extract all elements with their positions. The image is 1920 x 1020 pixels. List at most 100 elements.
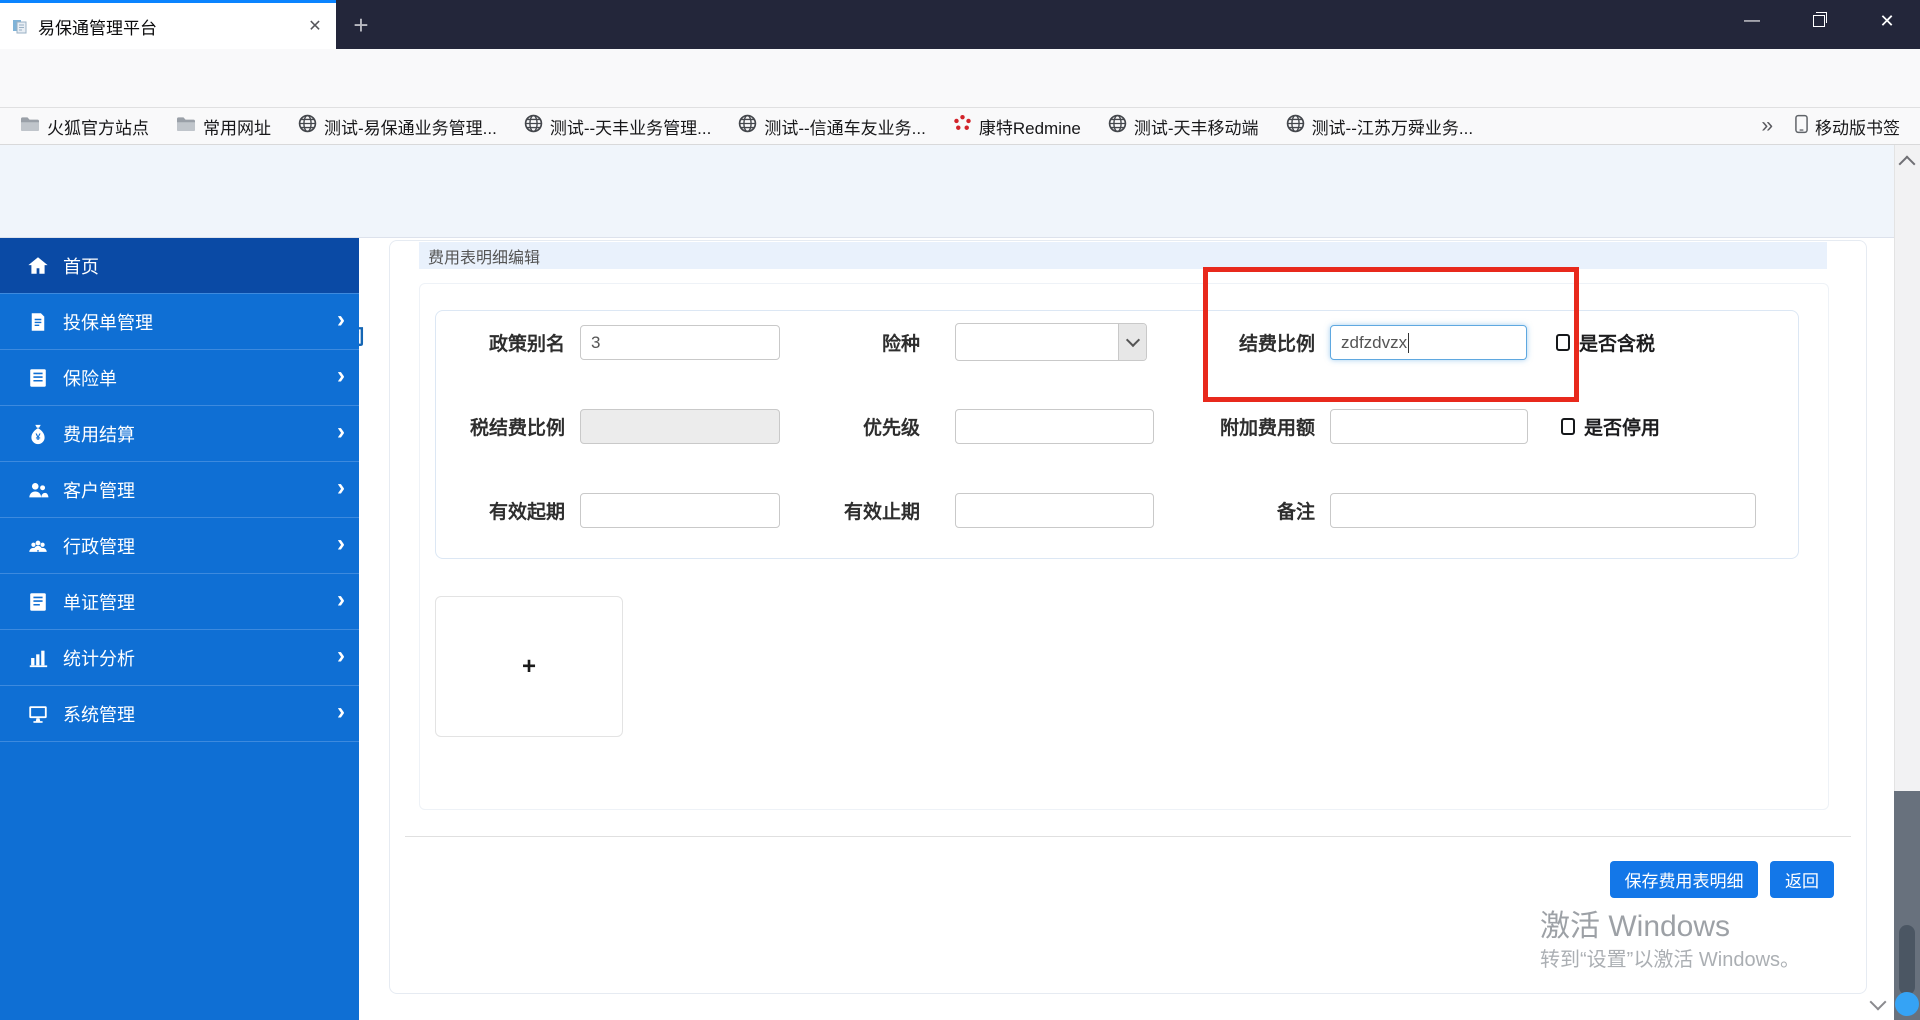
- document-icon: [25, 310, 51, 334]
- document-list-icon: [25, 590, 51, 614]
- valid-to-label: 有效止期: [843, 502, 920, 523]
- sidebar-item-label: 行政管理: [63, 536, 135, 557]
- policy-alias-input[interactable]: 3: [580, 325, 780, 360]
- chevron-right-icon: ›: [337, 642, 345, 669]
- globe-icon: [738, 114, 757, 138]
- home-icon: [25, 254, 51, 278]
- sidebar-item-label: 统计分析: [63, 648, 135, 669]
- money-bag-icon: ¥: [25, 422, 51, 446]
- bookmark-label: 测试--信通车友业务...: [764, 118, 926, 138]
- sidebar-item-customer-mgmt[interactable]: 客户管理 ›: [0, 462, 359, 518]
- bookmark-label: 常用网址: [203, 118, 271, 138]
- new-tab-button[interactable]: +: [344, 8, 378, 42]
- tax-included-label: 是否含税: [1579, 334, 1656, 355]
- phone-icon: [1795, 114, 1808, 139]
- scrollbar-knob[interactable]: [1895, 992, 1919, 1016]
- tab-title: 易保通管理平台: [38, 18, 157, 38]
- restore-icon: [1813, 11, 1827, 27]
- active-tab[interactable]: 易保通管理平台 ✕: [0, 0, 336, 49]
- sidebar-item-statistics[interactable]: 统计分析 ›: [0, 630, 359, 686]
- window-restore-button[interactable]: [1796, 0, 1842, 42]
- bookmark-item[interactable]: 测试--信通车友业务...: [738, 114, 926, 139]
- sidebar-item-label: 单证管理: [63, 592, 135, 613]
- policy-alias-value: 3: [591, 332, 601, 352]
- page-header: 青岛康特网络科技有限公司 QINGDAO COUNTNET TECHNOLOGY…: [0, 145, 1920, 372]
- globe-icon: [1286, 114, 1305, 138]
- windows-activation-watermark: 激活 Windows: [1540, 910, 1731, 943]
- tab-favicon-icon: [12, 18, 28, 34]
- select-dropdown-button[interactable]: [1118, 324, 1146, 360]
- bar-chart-icon: [25, 646, 51, 670]
- window-minimize-button[interactable]: —: [1729, 0, 1775, 42]
- plus-icon: +: [521, 652, 536, 680]
- users-icon: [25, 478, 51, 502]
- sidebar-item-document-mgmt[interactable]: 单证管理 ›: [0, 574, 359, 630]
- sidebar-item-policy-mgmt[interactable]: 投保单管理 ›: [0, 294, 359, 350]
- remark-label: 备注: [1276, 502, 1315, 523]
- valid-from-input[interactable]: [580, 493, 780, 528]
- tab-close-icon[interactable]: ✕: [302, 13, 328, 39]
- globe-icon: [298, 114, 317, 138]
- sidebar-item-fee-settlement[interactable]: ¥ 费用结算 ›: [0, 406, 359, 462]
- screen: { "colors":{"tab_accent":"#0a84ff","side…: [0, 0, 1920, 1020]
- priority-label: 优先级: [862, 418, 920, 439]
- page-scrollbar-track[interactable]: [1894, 145, 1920, 791]
- page-title: 费用表明细编辑: [428, 249, 541, 267]
- divider: [405, 836, 1851, 837]
- highlight-rectangle: [1203, 267, 1579, 402]
- bookmarks-overflow-icon[interactable]: »: [1761, 114, 1773, 138]
- remark-input[interactable]: [1330, 493, 1756, 528]
- windows-activation-watermark-sub: 转到“设置”以激活 Windows。: [1540, 949, 1801, 971]
- bookmark-item[interactable]: 测试-天丰移动端: [1108, 114, 1259, 139]
- bookmarks-bar: 火狐官方站点 常用网址 测试-易保通业务管理... 测试--天丰业务管理... …: [0, 108, 1920, 145]
- bookmark-item[interactable]: 火狐官方站点: [20, 114, 149, 139]
- people-group-icon: [25, 534, 51, 558]
- sidebar-item-label: 保险单: [63, 368, 117, 389]
- valid-to-input[interactable]: [955, 493, 1154, 528]
- sidebar-item-label: 首页: [63, 256, 99, 277]
- bookmark-item[interactable]: 康特Redmine: [953, 114, 1081, 139]
- page-title-strip: 费用表明细编辑: [419, 242, 1827, 269]
- chevron-down-icon: [1125, 332, 1140, 348]
- sidebar-item-label: 系统管理: [63, 704, 135, 725]
- chevron-right-icon: ›: [337, 698, 345, 725]
- sidebar-item-admin-mgmt[interactable]: 行政管理 ›: [0, 518, 359, 574]
- sidebar-item-system-mgmt[interactable]: 系统管理 ›: [0, 686, 359, 742]
- chevron-right-icon: ›: [337, 474, 345, 501]
- mobile-bookmarks-button[interactable]: 移动版书签: [1795, 114, 1900, 139]
- save-fee-detail-button[interactable]: 保存费用表明细: [1610, 861, 1758, 898]
- mobile-bookmarks-label: 移动版书签: [1815, 118, 1900, 138]
- bookmark-item[interactable]: 常用网址: [176, 114, 271, 139]
- bookmark-item[interactable]: 测试--江苏万舜业务...: [1286, 114, 1473, 139]
- additional-fee-input[interactable]: [1330, 409, 1528, 444]
- folder-icon: [176, 116, 196, 137]
- tax-fee-ratio-label: 税结费比例: [469, 418, 565, 439]
- chevron-right-icon: ›: [337, 530, 345, 557]
- scroll-down-arrow-icon[interactable]: [1869, 993, 1887, 1011]
- globe-icon: [524, 114, 543, 138]
- chevron-right-icon: ›: [337, 306, 345, 333]
- scroll-up-arrow-icon[interactable]: [1898, 155, 1916, 173]
- monitor-icon: [25, 702, 51, 726]
- priority-input[interactable]: [955, 409, 1154, 444]
- sidebar-item-home[interactable]: 首页: [0, 238, 359, 294]
- add-fee-row-button[interactable]: +: [435, 596, 623, 737]
- disabled-flag-label: 是否停用: [1584, 418, 1661, 439]
- sidebar-menu: 首页 投保单管理 › 保险单 › ¥ 费用结算 › 客户管理 › 行政管理 › …: [0, 238, 359, 1020]
- policy-alias-label: 政策别名: [488, 334, 565, 355]
- chevron-right-icon: ›: [337, 586, 345, 613]
- back-button-form[interactable]: 返回: [1770, 861, 1834, 898]
- redmine-icon: [953, 114, 972, 138]
- insurance-type-select[interactable]: [955, 323, 1147, 361]
- browser-nav-bar: ← → ↻ ⌂ i proxy1.countnet.cn:20806/Login…: [0, 49, 1920, 148]
- bookmark-label: 测试-易保通业务管理...: [324, 118, 497, 138]
- bookmark-label: 测试-天丰移动端: [1133, 118, 1259, 138]
- bookmark-item[interactable]: 测试-易保通业务管理...: [298, 114, 497, 139]
- bookmark-item[interactable]: 测试--天丰业务管理...: [524, 114, 711, 139]
- folder-icon: [20, 116, 40, 137]
- sidebar-item-label: 费用结算: [63, 424, 135, 445]
- sidebar-item-insurance[interactable]: 保险单 ›: [0, 350, 359, 406]
- scrollbar-thumb[interactable]: [1899, 925, 1915, 995]
- window-close-button[interactable]: ✕: [1864, 0, 1910, 42]
- disabled-flag-checkbox[interactable]: [1561, 418, 1575, 435]
